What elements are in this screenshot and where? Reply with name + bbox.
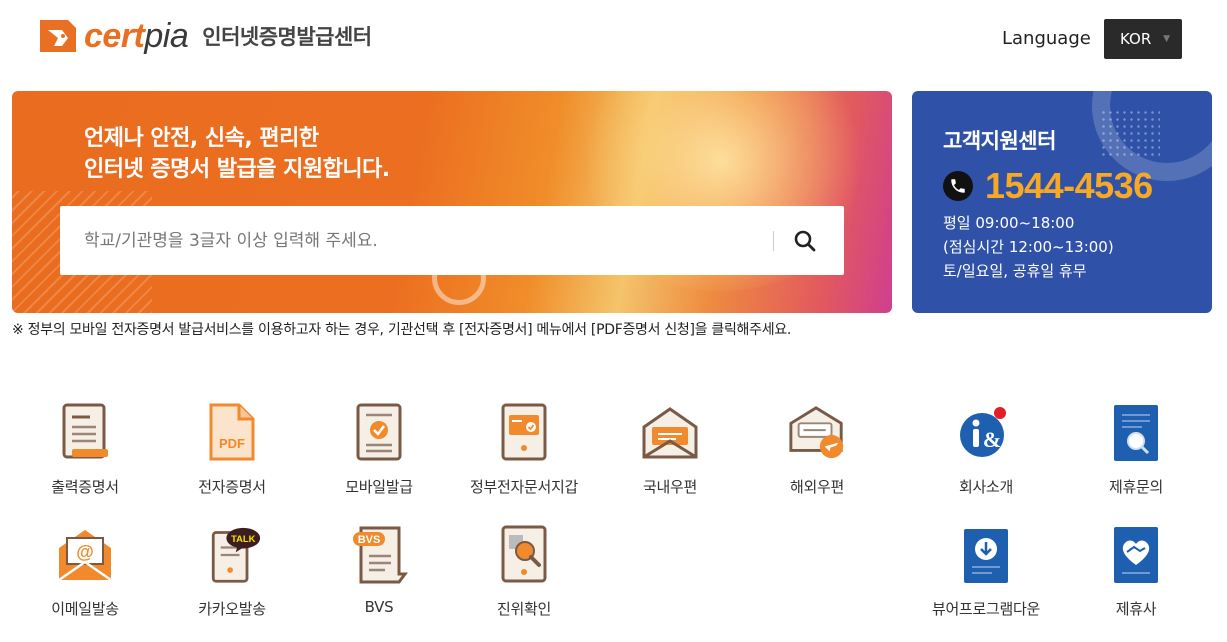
menu-item-domestic-mail[interactable]: 국내우편	[595, 402, 745, 512]
partnership-inquiry-icon	[1106, 402, 1166, 464]
language-label: Language	[1002, 28, 1091, 49]
phone-row: 1544-4536	[943, 165, 1153, 207]
header: certpia 인터넷증명발급센터 Language KOR ▼	[0, 0, 1227, 82]
menu-label: 전자증명서	[198, 478, 266, 496]
hero-title-line2: 인터넷 증명서 발급을 지원합니다.	[84, 157, 390, 182]
menu-label: 해외우편	[789, 478, 844, 496]
menu-item-authenticity-check[interactable]: 진위확인	[449, 524, 599, 634]
pdf-certificate-icon: PDF	[202, 402, 262, 464]
menu-item-email-send[interactable]: @ 이메일발송	[10, 524, 160, 634]
menu-label: 출력증명서	[51, 478, 119, 496]
logo-subtitle: 인터넷증명발급센터	[202, 25, 372, 49]
menu-label: 제휴문의	[1108, 478, 1163, 496]
hours-lunch: (점심시간 12:00~13:00)	[943, 238, 1114, 256]
menu-item-mobile-issue[interactable]: 모바일발급	[304, 402, 454, 512]
menu-label: 국내우편	[642, 478, 697, 496]
menu-label: BVS	[364, 598, 394, 616]
menu-item-printed-certificate[interactable]: 출력증명서	[10, 402, 160, 512]
search-divider	[773, 231, 774, 251]
menu-label: 제휴사	[1115, 600, 1157, 618]
overseas-mail-icon	[787, 402, 847, 464]
search-button[interactable]	[782, 218, 828, 264]
domestic-mail-icon	[640, 402, 700, 464]
cs-decoration-dots	[1100, 109, 1160, 159]
menu-label: 뷰어프로그램다운	[931, 600, 1040, 618]
logo-cert: cert	[84, 16, 145, 55]
viewer-download-icon	[956, 524, 1016, 586]
hero-title: 언제나 안전, 신속, 편리한 인터넷 증명서 발급을 지원합니다.	[84, 123, 390, 185]
svg-text:@: @	[76, 542, 94, 562]
svg-text:PDF: PDF	[219, 436, 245, 451]
menu-item-partners[interactable]: 제휴사	[1061, 524, 1211, 634]
menu-item-viewer-download[interactable]: 뷰어프로그램다운	[911, 524, 1061, 634]
printed-certificate-icon	[55, 402, 115, 464]
kakao-send-icon: TALK	[202, 524, 262, 586]
svg-text:&: &	[983, 427, 1001, 452]
customer-center-title: 고객지원센터	[943, 129, 1056, 153]
menu-label: 진위확인	[496, 600, 551, 618]
search-icon	[794, 230, 816, 252]
logo-wordmark: certpia	[84, 16, 189, 56]
bvs-icon: BVS	[349, 524, 409, 586]
hours-weekday: 평일 09:00~18:00	[943, 214, 1075, 232]
menu-item-bvs[interactable]: BVS BVS	[304, 524, 454, 634]
menu-item-gov-wallet[interactable]: 정부전자문서지갑	[449, 402, 599, 512]
menu-item-company-info[interactable]: & 회사소개	[911, 402, 1061, 512]
gov-wallet-icon	[494, 402, 554, 464]
menu-item-overseas-mail[interactable]: 해외우편	[742, 402, 892, 512]
menu-label: 카카오발송	[198, 600, 266, 618]
chevron-down-icon: ▼	[1163, 34, 1170, 44]
email-send-icon: @	[55, 524, 115, 586]
phone-number[interactable]: 1544-4536	[985, 165, 1153, 207]
hero-banner: 언제나 안전, 신속, 편리한 인터넷 증명서 발급을 지원합니다.	[12, 91, 892, 313]
search-input[interactable]	[60, 206, 770, 275]
service-hours: 평일 09:00~18:00 (점심시간 12:00~13:00) 토/일요일,…	[943, 211, 1114, 283]
menu-label: 정부전자문서지갑	[469, 478, 578, 496]
mobile-certificate-notice: ※ 정부의 모바일 전자증명서 발급서비스를 이용하고자 하는 경우, 기관선택…	[12, 322, 792, 338]
menu-item-kakao-send[interactable]: TALK 카카오발송	[157, 524, 307, 634]
language-value: KOR	[1120, 30, 1152, 48]
certpia-logo[interactable]: certpia 인터넷증명발급센터	[38, 16, 372, 56]
hours-holiday: 토/일요일, 공휴일 휴무	[943, 262, 1087, 280]
partners-icon	[1106, 524, 1166, 586]
logo-pia: pia	[144, 16, 189, 55]
menu-label: 모바일발급	[345, 478, 413, 496]
menu-label: 회사소개	[958, 478, 1013, 496]
mobile-issue-icon	[349, 402, 409, 464]
company-info-icon: &	[956, 402, 1016, 464]
phone-icon	[943, 171, 973, 201]
bvs-badge: BVS	[358, 534, 381, 546]
menu-item-pdf-certificate[interactable]: PDF 전자증명서	[157, 402, 307, 512]
search-box	[60, 206, 844, 275]
menu-label: 이메일발송	[51, 600, 119, 618]
language-select[interactable]: KOR ▼	[1104, 19, 1182, 59]
certpia-logo-mark-icon	[40, 20, 76, 52]
customer-center-panel: 고객지원센터 1544-4536 평일 09:00~18:00 (점심시간 12…	[912, 91, 1212, 313]
menu-item-partnership-inquiry[interactable]: 제휴문의	[1061, 402, 1211, 512]
authenticity-check-icon	[494, 524, 554, 586]
hero-title-line1: 언제나 안전, 신속, 편리한	[84, 126, 319, 151]
kakao-talk-badge: TALK	[231, 534, 255, 544]
